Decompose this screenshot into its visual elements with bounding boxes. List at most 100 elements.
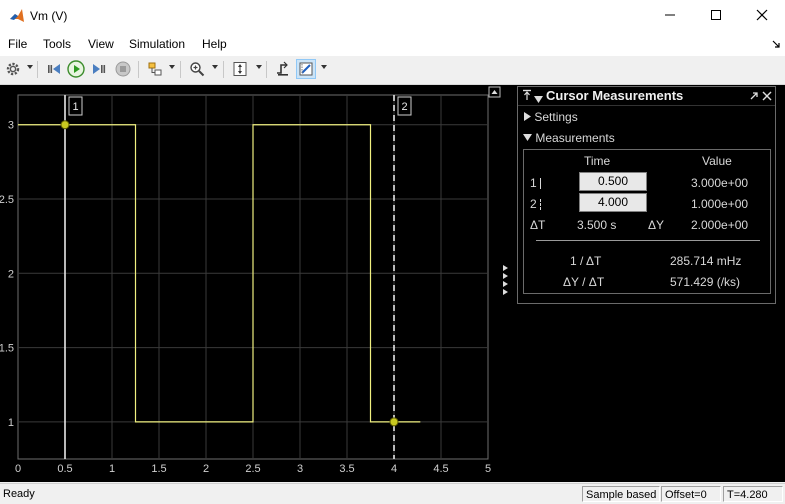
measurements-label: Measurements [535,131,615,145]
scale-axes-button[interactable] [230,59,250,79]
zoom-icon [190,62,205,77]
close-icon [756,9,768,21]
menu-bar: File Tools View Simulation Help [0,32,785,56]
highlight-block-icon [148,62,162,76]
inverse-delta-t-label: 1 / ΔT [570,254,602,268]
toolbar [0,56,785,85]
status-bar: Ready Sample based Offset=0 T=4.280 [0,483,785,504]
x-tick-label: 4.5 [433,463,448,475]
y-tick-label: 2.5 [0,194,14,206]
x-tick-label: 0 [15,463,21,475]
toolbar-separator [266,61,267,78]
dy-dt-value: 571.429 (/ks) [670,275,741,289]
maximize-icon [711,10,721,20]
y-tick-label: 1.5 [0,343,14,355]
menu-file[interactable]: File [8,37,27,51]
minimize-button[interactable] [647,0,693,30]
minimize-icon [665,14,675,16]
x-tick-label: 1 [109,463,115,475]
stop-icon [115,61,131,77]
settings-section[interactable]: Settings [524,110,578,124]
menu-tools[interactable]: Tools [43,37,71,51]
pin-icon[interactable] [522,89,532,104]
delta-t-value: 3.500 s [577,218,617,232]
toolbar-separator [37,61,38,78]
collapse-arrow-icon [523,134,532,141]
settings-label: Settings [534,110,578,124]
x-tick-label: 3.5 [339,463,354,475]
close-button[interactable] [739,0,785,30]
title-bar: Vm (V) [0,0,785,32]
cursor-2-time-field[interactable]: 4.000 [579,193,647,212]
maximize-button[interactable] [693,0,739,30]
menu-help[interactable]: Help [202,37,227,51]
panel-close-icon[interactable] [762,90,772,104]
menu-view[interactable]: View [88,37,114,51]
cursor-1-value: 3.000e+00 [691,176,749,190]
step-back-button[interactable] [44,59,64,79]
cursor-measurements-icon [299,62,313,76]
toolbar-separator [138,61,139,78]
y-tick-label: 2 [8,268,14,280]
x-tick-label: 3 [297,463,303,475]
panel-title: Cursor Measurements [546,88,684,103]
expand-axes-icon[interactable] [488,86,501,98]
zoom-button[interactable] [187,59,207,79]
cursor-2-value: 1.000e+00 [691,197,749,211]
matlab-icon [9,8,25,27]
cursor-2-marker[interactable] [389,417,399,427]
triggers-button[interactable] [273,59,293,79]
status-offset: Offset=0 [661,486,721,502]
step-back-icon [48,64,60,74]
expand-arrow-icon [524,112,531,121]
cursor-2-tag-label: 2 [401,101,407,113]
settings-button[interactable] [3,59,23,79]
panel-header: Cursor Measurements [518,87,775,106]
gear-icon [6,62,20,76]
step-forward-button[interactable] [89,59,109,79]
cursor-1-marker[interactable] [60,120,70,130]
value-column-header: Value [702,154,732,168]
step-forward-icon [93,64,106,74]
stop-button[interactable] [113,59,133,79]
dy-dt-label: ΔY / ΔT [563,275,605,289]
highlight-dropdown-arrow[interactable] [169,65,175,69]
menu-simulation[interactable]: Simulation [129,37,185,51]
status-ready: Ready [3,488,35,500]
status-mode: Sample based [582,486,660,502]
settings-dropdown-arrow[interactable] [27,65,33,69]
scale-axes-icon [233,62,247,76]
delta-y-label: ΔY [648,218,665,232]
cursor-measurements-panel: Cursor Measurements Settings Measurement… [517,86,776,304]
highlight-block-button[interactable] [145,59,165,79]
divider [536,240,760,241]
cursor-1-solid-marker [540,178,541,189]
triggers-icon [277,61,288,76]
x-tick-label: 0.5 [57,463,72,475]
scale-dropdown-arrow[interactable] [256,65,262,69]
measurements-table: Time Value 1 0.500 3.000e+00 2 4.000 1.0… [523,149,771,294]
run-icon [67,60,85,78]
toolbar-separator [223,61,224,78]
measurements-section[interactable]: Measurements [523,131,615,145]
dock-arrow-icon[interactable] [771,38,781,52]
window-title: Vm (V) [30,9,68,23]
cursor-measurements-button[interactable] [296,59,316,79]
undock-icon[interactable] [749,90,759,104]
x-tick-label: 1.5 [151,463,166,475]
cursor-2-dashed-marker [540,199,542,210]
run-button[interactable] [66,59,86,79]
cursor-1-tag-label: 1 [72,101,78,113]
panel-collapse-icon[interactable] [534,92,543,106]
time-column-header: Time [584,154,611,168]
x-tick-label: 5 [485,463,491,475]
cursor-1-label: 1 [530,176,537,190]
toolbar-separator [180,61,181,78]
delta-t-label: ΔT [530,218,546,232]
status-time: T=4.280 [723,486,783,502]
cursor-1-time-field[interactable]: 0.500 [579,172,647,191]
x-tick-label: 2 [203,463,209,475]
zoom-dropdown-arrow[interactable] [212,65,218,69]
delta-y-value: 2.000e+00 [691,218,749,232]
cursor-dropdown-arrow[interactable] [321,65,327,69]
